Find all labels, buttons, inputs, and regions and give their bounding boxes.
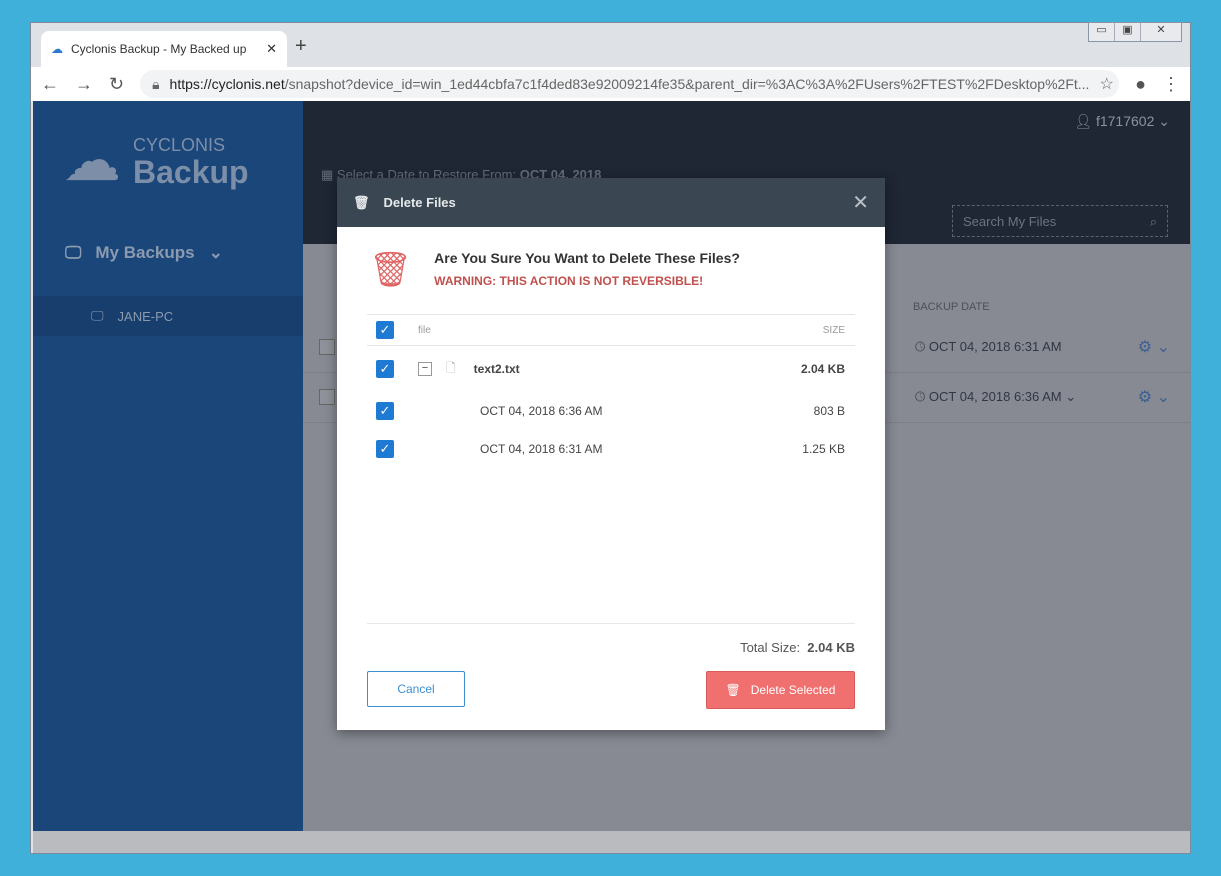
version-row: ✓ OCT 04, 2018 6:31 AM 1.25 KB	[367, 430, 855, 468]
tab-title: Cyclonis Backup - My Backed up	[71, 42, 247, 56]
reload-icon[interactable]: ↻	[109, 74, 124, 95]
date-text: OCT 04, 2018 6:36 AM	[928, 389, 1062, 404]
new-tab-button[interactable]: +	[295, 35, 307, 58]
file-icon: 🗋	[446, 360, 456, 375]
user-icon: 👤︎	[1074, 113, 1096, 129]
url-input[interactable]: 🔒︎ https://cyclonis.net/snapshot?device_…	[140, 70, 1120, 98]
lock-icon: 🔒︎	[152, 75, 160, 92]
cancel-button[interactable]: Cancel	[367, 671, 465, 707]
backup-date-header: BACKUP DATE	[913, 301, 990, 313]
date-text: OCT 04, 2018 6:31 AM	[928, 339, 1062, 354]
url-domain: https://cyclonis.net	[169, 76, 285, 92]
dialog-title: Delete Files	[383, 195, 456, 210]
backup-date: 🕓︎ OCT 04, 2018 6:36 AM ⌄	[915, 389, 1077, 404]
total-size: Total Size: 2.04 KB	[367, 623, 855, 655]
menu-icon[interactable]: ⋮	[1162, 74, 1180, 95]
search-input[interactable]: Search My Files ⌕	[952, 205, 1168, 237]
select-all-checkbox[interactable]: ✓	[376, 321, 394, 339]
row-checkbox[interactable]	[319, 389, 335, 405]
table-header: ✓ file SIZE	[367, 314, 855, 346]
maximize-button[interactable]: ▣	[1115, 23, 1141, 41]
delete-label: Delete Selected	[750, 683, 836, 697]
files-table: ✓ file SIZE ✓ − 🗋 text2.txt 2.04 KB ✓ OCT 04, 2…	[367, 314, 855, 468]
delete-selected-button[interactable]: 🗑︎ Delete Selected	[706, 671, 855, 709]
forward-icon[interactable]: →	[75, 74, 93, 95]
gear-icon[interactable]: ⚙ ⌄	[1138, 337, 1170, 357]
back-icon[interactable]: ←	[41, 74, 59, 95]
profile-icon[interactable]: ●	[1135, 74, 1146, 95]
warning-text: WARNING: THIS ACTION IS NOT REVERSIBLE!	[434, 274, 704, 288]
cloud-favicon-icon: ☁	[51, 42, 63, 56]
logo-top: CYCLONIS	[133, 135, 226, 155]
col-file: file	[418, 324, 431, 336]
warning-block: 🗑︎ Are You Sure You Want to Delete These…	[369, 250, 740, 290]
collapse-icon[interactable]: −	[418, 362, 432, 376]
window-controls: ▭ ▣ ✕	[1088, 22, 1182, 42]
url-path: /snapshot?device_id=win_1ed44cbfa7c1f4de…	[284, 76, 1090, 92]
version-date: OCT 04, 2018 6:36 AM	[480, 404, 603, 418]
monitor-icon: 🖵	[65, 243, 82, 262]
star-icon[interactable]: ☆	[1099, 74, 1113, 94]
backup-date: 🕓︎ OCT 04, 2018 6:31 AM	[915, 339, 1062, 354]
total-label: Total Size:	[740, 640, 801, 655]
file-size: 2.04 KB	[800, 362, 845, 376]
delete-files-dialog: 🗑︎ Delete Files ✕ 🗑︎ Are You Sure You Wa…	[337, 178, 885, 730]
chevron-down-icon: ⌄	[208, 243, 223, 262]
row-checkbox[interactable]	[319, 339, 335, 355]
search-placeholder: Search My Files	[963, 214, 1057, 229]
monitor-icon: 🖵	[91, 308, 104, 323]
confirm-question: Are You Sure You Want to Delete These Fi…	[434, 250, 740, 266]
version-size: 1.25 KB	[802, 442, 845, 456]
close-icon[interactable]: ✕	[852, 190, 869, 215]
file-checkbox[interactable]: ✓	[376, 360, 394, 378]
browser-tab[interactable]: ☁ Cyclonis Backup - My Backed up ✕	[41, 31, 287, 67]
user-menu[interactable]: 👤︎ f1717602 ⌄	[1074, 113, 1170, 130]
trash-warning-icon: 🗑︎	[369, 251, 413, 289]
trash-icon: 🗑︎	[353, 194, 370, 210]
total-value: 2.04 KB	[807, 640, 855, 655]
version-row: ✓ OCT 04, 2018 6:36 AM 803 B	[367, 392, 855, 430]
sidebar-item-device[interactable]: 🖵 JANE-PC	[33, 296, 303, 336]
col-size: SIZE	[822, 324, 845, 336]
minimize-button[interactable]: ▭	[1089, 23, 1115, 41]
device-label: JANE-PC	[117, 308, 174, 324]
address-bar: ← → ↻ 🔒︎ https://cyclonis.net/snapshot?d…	[31, 67, 1190, 101]
close-tab-icon[interactable]: ✕	[266, 41, 277, 57]
cloud-logo-icon: ☁	[63, 128, 121, 193]
close-window-button[interactable]: ✕	[1141, 23, 1181, 41]
status-bar	[33, 831, 1190, 853]
version-size: 803 B	[813, 404, 845, 418]
version-checkbox[interactable]: ✓	[376, 440, 394, 458]
search-icon: ⌕	[1149, 214, 1157, 229]
sidebar: ☁ CYCLONIS Backup 🖵 My Backups ⌄ 🖵 JANE-PC	[33, 101, 303, 831]
file-name: text2.txt	[473, 362, 520, 376]
version-checkbox[interactable]: ✓	[376, 402, 394, 420]
version-date: OCT 04, 2018 6:31 AM	[480, 442, 603, 456]
calendar-icon: ▦	[321, 167, 337, 182]
dialog-header: 🗑︎ Delete Files ✕	[337, 178, 885, 227]
my-backups-label: My Backups	[95, 243, 195, 262]
file-row: ✓ − 🗋 text2.txt 2.04 KB	[367, 346, 855, 392]
logo: ☁ CYCLONIS Backup	[63, 131, 249, 191]
my-backups-menu[interactable]: 🖵 My Backups ⌄	[65, 243, 223, 263]
trash-icon: 🗑︎	[725, 683, 741, 697]
logo-bottom: Backup	[133, 154, 249, 190]
username: f1717602	[1095, 113, 1155, 129]
gear-icon[interactable]: ⚙ ⌄	[1138, 387, 1170, 407]
